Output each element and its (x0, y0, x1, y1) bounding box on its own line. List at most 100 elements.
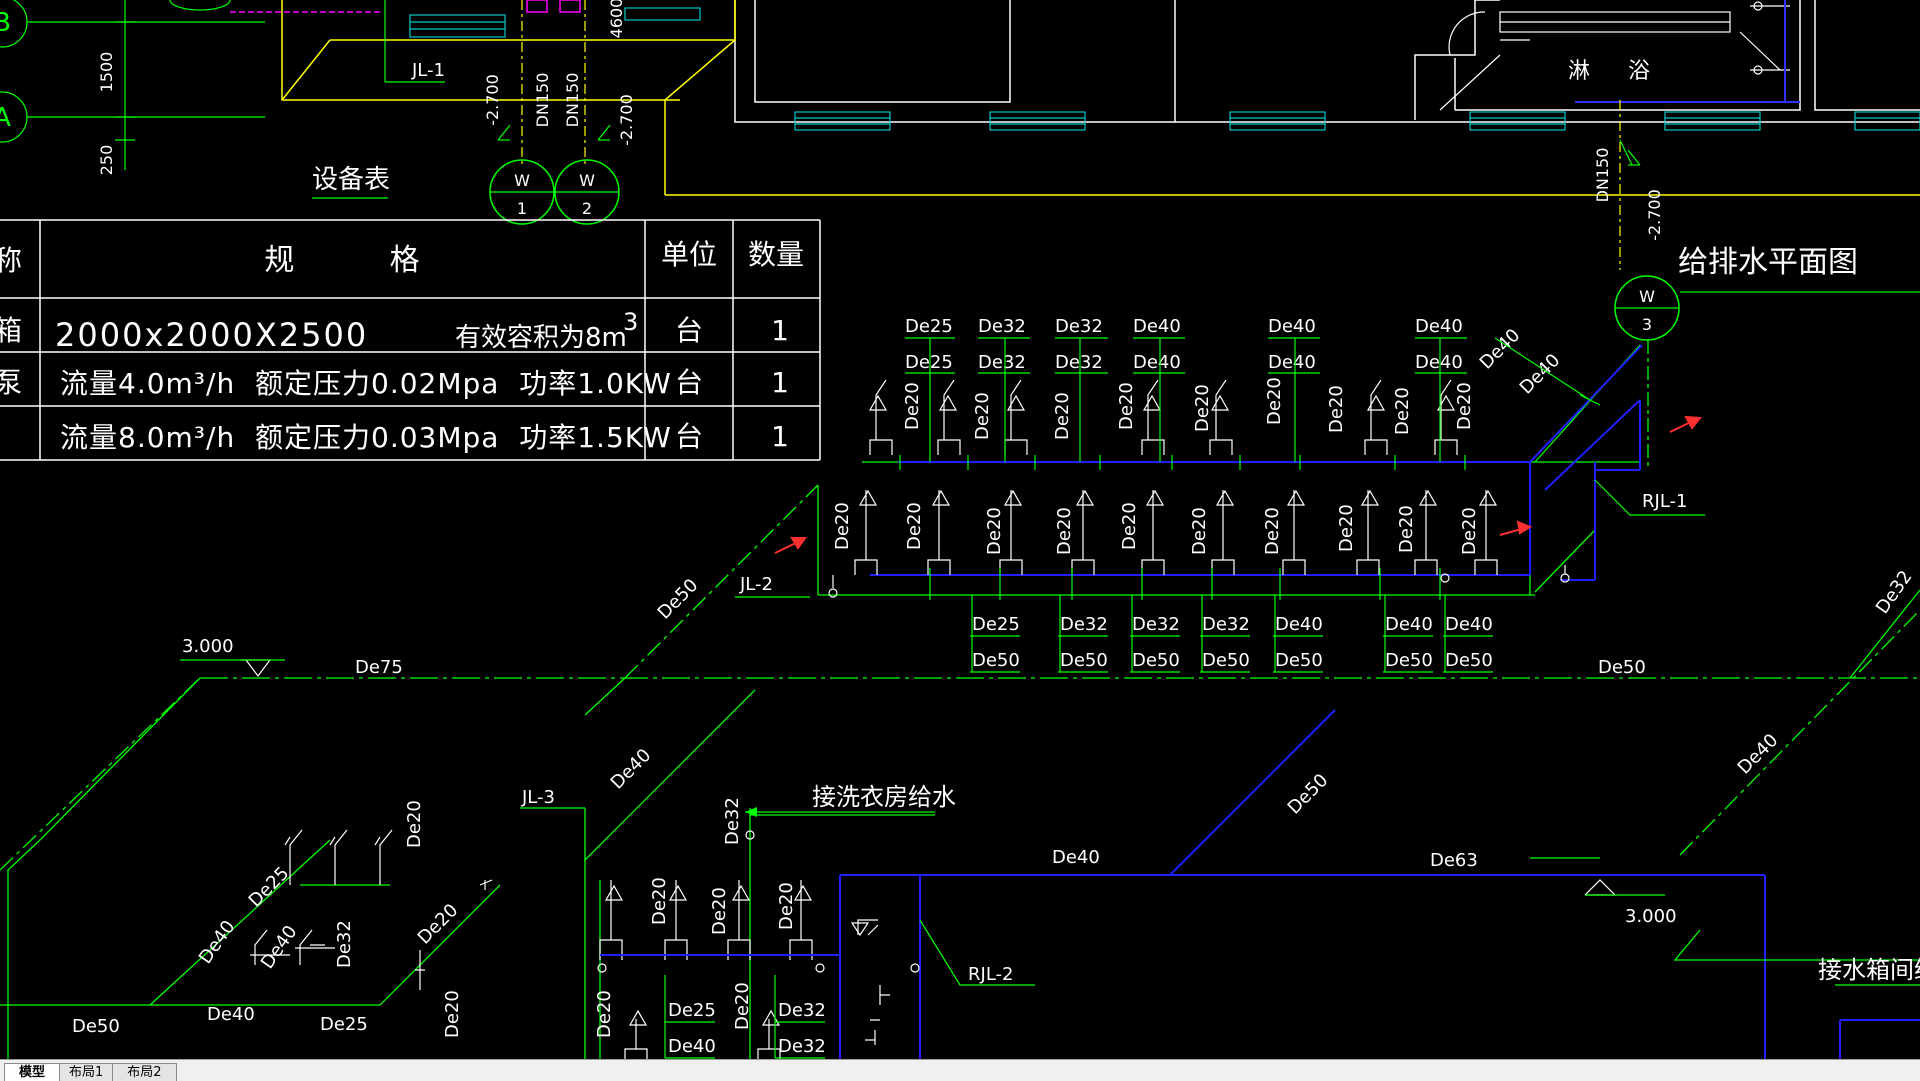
size-label: De50 (1275, 650, 1323, 671)
size-label: De50 (1202, 650, 1250, 671)
size-label: De50 (1060, 650, 1108, 671)
size-label: De32 (722, 797, 743, 845)
fixture-label-bath: 浴 (1628, 59, 1650, 84)
size-label: De20 (594, 990, 615, 1038)
size-label: De32 (1055, 316, 1103, 337)
size-label: De32 (778, 1036, 826, 1057)
size-label: De20 (1396, 505, 1417, 553)
size-label: De20 (1192, 384, 1213, 432)
size-label: De50 (1132, 650, 1180, 671)
size-label: De63 (1430, 850, 1478, 871)
cad-viewport[interactable]: B A 1500 250 4600 JL-1 -2.700 DN150 DN15… (0, 0, 1920, 1059)
size-label: De20 (984, 507, 1005, 555)
size-label: De50 (1385, 650, 1433, 671)
de20-labels-lower: De20 De20 De20 De20 De20 De20 De20 De20 … (832, 502, 1480, 555)
size-label: De40 (1415, 316, 1463, 337)
size-label: De50 (1284, 770, 1333, 819)
riser-jl2-label: JL-2 (739, 574, 773, 595)
dn150-b: DN150 (563, 73, 582, 128)
bathroom-fixtures (1439, 1, 1790, 111)
size-label: De50 (1598, 657, 1646, 678)
tab-layout-2[interactable]: 布局2 (112, 1063, 177, 1081)
size-label: De32 (334, 920, 355, 968)
dim-4600: 4600 (607, 0, 626, 38)
size-label: De32 (1202, 614, 1250, 635)
branch-pipes-blue (600, 344, 1920, 1059)
size-label: De20 (904, 502, 925, 550)
row3-qty: 1 (771, 420, 789, 453)
building-walls (734, 0, 1920, 123)
row1-spec-sup: 3 (623, 308, 638, 336)
size-label: De20 (1189, 507, 1210, 555)
bottom-left-pipes (0, 677, 1920, 1059)
size-label: De50 (72, 1016, 120, 1037)
tank-room-supply-label: 接水箱间给水 (1818, 956, 1920, 984)
cad-drawing-canvas[interactable]: B A 1500 250 4600 JL-1 -2.700 DN150 DN15… (0, 0, 1920, 1059)
elev-minus-2700-a: -2.700 (483, 74, 502, 126)
tab-model[interactable]: 模型 (4, 1063, 61, 1081)
windows (409, 7, 1920, 131)
water-tank-yellow (281, 0, 1920, 196)
row1-unit: 台 (675, 314, 703, 347)
row2-unit: 台 (675, 366, 703, 399)
size-label: De20 (1459, 507, 1480, 555)
main-supply-line-green (0, 340, 1920, 871)
size-label: De20 (1052, 392, 1073, 440)
size-label: De25 (972, 614, 1020, 635)
marker-w3[interactable]: W 3 (1614, 275, 1680, 341)
size-label: De20 (732, 982, 753, 1030)
row1-name: 箱 (0, 314, 22, 347)
size-label: De40 (1275, 614, 1323, 635)
elev-minus-2700-c: -2.700 (1645, 189, 1664, 241)
elevation-marker-a: 3.000 (180, 636, 285, 677)
size-label: De20 (414, 900, 463, 949)
table-header-qty: 数量 (748, 238, 804, 271)
size-label: De75 (355, 657, 403, 678)
row3-unit: 台 (675, 420, 703, 453)
marker-w2[interactable]: W 2 (554, 159, 620, 225)
fixture-label-shower: 淋 (1568, 59, 1590, 84)
size-label: De40 (1133, 316, 1181, 337)
row2-qty: 1 (771, 366, 789, 399)
size-label: De40 (1415, 352, 1463, 373)
marker-w1[interactable]: W 1 (489, 159, 555, 225)
elev-3000-a: 3.000 (182, 636, 234, 657)
blue-pipe-top (1575, 0, 1800, 103)
equipment-table-title: 设备表 (312, 165, 390, 195)
row1-spec-extra: 有效容积为8m (455, 323, 627, 353)
size-label: De20 (1262, 507, 1283, 555)
dn150-c: DN150 (1593, 148, 1612, 203)
laundry-supply-label: 接洗衣房给水 (812, 783, 956, 811)
table-row: 泵 流量4.0m³/h 额定压力0.02Mpa 功率1.0KW 台 1 (0, 366, 789, 400)
marker-w3-num: 3 (1642, 315, 1652, 334)
fixtures-upper-row (868, 379, 1458, 455)
size-label: De32 (778, 1000, 826, 1021)
axis-grid (0, 0, 265, 170)
elev-minus-2700-b: -2.700 (617, 94, 636, 146)
tab-layout-1[interactable]: 布局1 (54, 1063, 119, 1081)
size-label: De20 (1336, 504, 1357, 552)
row2-spec: 流量4.0m³/h 额定压力0.02Mpa 功率1.0KW (60, 367, 672, 400)
size-label: De25 (245, 863, 294, 912)
riser-jl3-label: JL-3 (521, 787, 555, 808)
de20-labels-upper: De20 De20 De20 De20 De20 De20 De20 De20 … (902, 377, 1475, 440)
size-label: De40 (607, 745, 656, 794)
size-label: De50 (972, 650, 1020, 671)
size-label: De20 (972, 392, 993, 440)
size-label: De40 (1133, 352, 1181, 373)
dn150-a: DN150 (533, 73, 552, 128)
table-header-name: 称 (0, 244, 22, 277)
row1-qty: 1 (771, 314, 789, 347)
size-label: De40 (207, 1004, 255, 1025)
size-label: De20 (1454, 382, 1475, 430)
size-label: De20 (776, 882, 797, 930)
size-label: De20 (832, 502, 853, 550)
layout-tab-bar: 模型 布局1 布局2 (0, 1059, 1920, 1081)
row2-name: 泵 (0, 366, 22, 399)
table-header-unit: 单位 (661, 238, 717, 271)
size-label: De20 (1392, 387, 1413, 435)
marker-w1-num: 1 (517, 199, 527, 218)
size-label: De40 (1268, 352, 1316, 373)
row1-spec: 2000x2000X2500 (55, 316, 368, 354)
size-label: De40 (195, 917, 240, 968)
